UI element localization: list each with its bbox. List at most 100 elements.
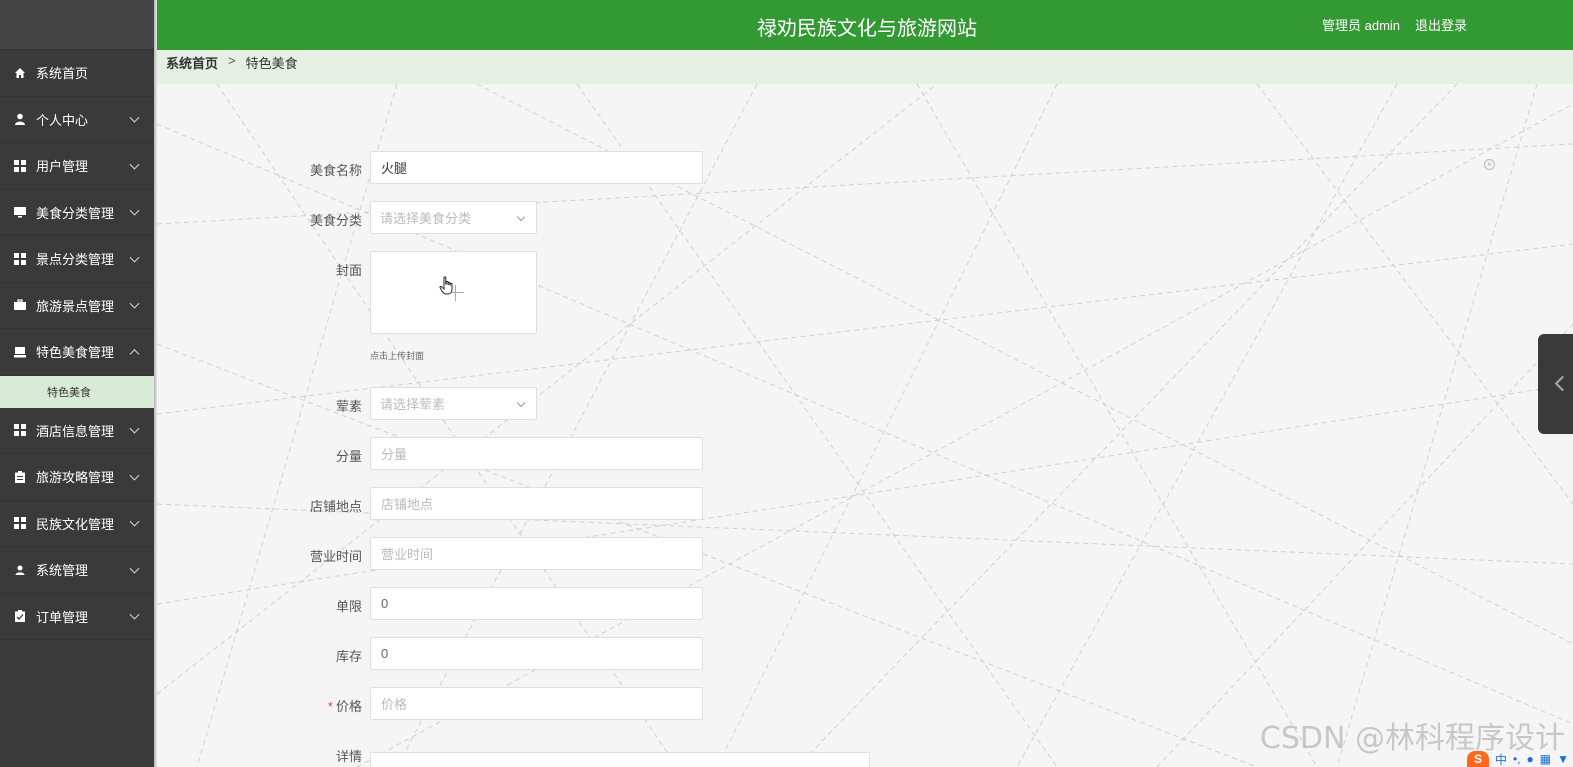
sidebar-item-label: 酒店信息管理 xyxy=(36,423,115,439)
sidebar-item-ethnic-culture[interactable]: 民族文化管理 xyxy=(0,500,154,547)
submenu-item-special-food[interactable]: 特色美食 xyxy=(0,375,154,408)
sidebar-item-label: 民族文化管理 xyxy=(36,516,115,532)
sidebar-logo-area xyxy=(0,0,154,50)
price-label-text: 价格 xyxy=(335,699,362,714)
sidebar-item-hotels[interactable]: 酒店信息管理 xyxy=(0,407,154,454)
chevron-down-icon xyxy=(129,298,140,309)
sidebar: 系统首页 个人中心 用户管理 美食分类管理 景点分类管理 旅游景点管理 特色美食… xyxy=(0,0,154,767)
breadcrumb-home-link[interactable]: 系统首页 xyxy=(166,53,218,72)
cover-upload-button[interactable] xyxy=(370,251,537,334)
current-user: 管理员 admin xyxy=(1322,18,1401,33)
portion-field[interactable]: 分量 xyxy=(370,437,703,470)
diet-select[interactable]: 请选择荤素 xyxy=(370,387,537,420)
category-label: 美食分类 xyxy=(309,213,362,228)
diet-label: 荤素 xyxy=(335,399,362,414)
shirt-icon[interactable]: ▼ xyxy=(1557,752,1569,766)
grid-icon xyxy=(14,159,26,172)
details-label: 详情 xyxy=(335,749,362,764)
details-editor-toolbar[interactable] xyxy=(370,752,870,767)
sidebar-item-label: 订单管理 xyxy=(36,609,89,625)
home-icon xyxy=(14,67,26,79)
grid-icon xyxy=(14,517,26,530)
chevron-down-icon xyxy=(129,112,140,123)
chevron-down-icon xyxy=(129,159,140,170)
price-label: * 价格 xyxy=(297,696,362,715)
limit-label: 单限 xyxy=(335,599,362,614)
ime-punct-icon[interactable]: •, xyxy=(1513,752,1521,766)
chevron-down-icon xyxy=(129,609,140,620)
sidebar-item-users[interactable]: 用户管理 xyxy=(0,143,154,190)
ime-logo[interactable]: S xyxy=(1466,751,1489,767)
breadcrumb: 系统首页 > 特色美食 xyxy=(157,50,1573,84)
microphone-icon[interactable]: ● xyxy=(1527,752,1534,766)
chevron-down-icon xyxy=(516,398,526,408)
breadcrumb-current: 特色美食 xyxy=(245,56,298,71)
sidebar-item-label: 系统管理 xyxy=(36,563,89,579)
chevron-down-icon xyxy=(129,563,140,574)
submenu-item-label: 特色美食 xyxy=(47,386,91,399)
clipboard-icon xyxy=(14,470,26,483)
grid-icon xyxy=(14,252,26,265)
sidebar-item-label: 用户管理 xyxy=(36,159,89,175)
sidebar-item-label: 景点分类管理 xyxy=(36,252,115,268)
top-header: 禄劝民族文化与旅游网站 管理员 admin 退出登录 xyxy=(157,0,1573,50)
stock-field[interactable]: 0 xyxy=(370,637,703,670)
sidebar-item-label: 旅游景点管理 xyxy=(36,298,115,314)
cover-upload-hint: 点击上传封面 xyxy=(370,351,425,361)
store-location-field[interactable]: 店铺地点 xyxy=(370,487,703,520)
keyboard-icon[interactable]: ▦ xyxy=(1540,752,1551,766)
order-limit-field[interactable]: 0 xyxy=(370,587,703,620)
cover-label: 封面 xyxy=(335,263,362,278)
sidebar-item-scenic-category[interactable]: 景点分类管理 xyxy=(0,236,154,283)
sidebar-item-scenic-spots[interactable]: 旅游景点管理 xyxy=(0,282,154,329)
logout-link[interactable]: 退出登录 xyxy=(1415,15,1467,34)
ime-toolbar: S 中 •, ● ▦ ▼ xyxy=(1463,751,1573,767)
site-title: 禄劝民族文化与旅游网站 xyxy=(757,18,977,40)
breadcrumb-separator: > xyxy=(228,53,236,68)
sidebar-item-label: 系统首页 xyxy=(36,66,89,82)
store-label: 店铺地点 xyxy=(309,499,362,514)
close-circle-icon[interactable]: × xyxy=(1484,159,1495,170)
main-content: 美食名称 火腿 美食分类 请选择美食分类 封面 点击上传封面 荤素 请选择荤素 … xyxy=(157,84,1573,767)
food-name-field[interactable]: 火腿 xyxy=(370,151,703,184)
sidebar-item-label: 旅游攻略管理 xyxy=(36,470,115,486)
sidebar-item-home[interactable]: 系统首页 xyxy=(0,50,154,97)
sidebar-item-label: 个人中心 xyxy=(36,112,89,128)
portion-label: 分量 xyxy=(335,449,362,464)
stock-label: 库存 xyxy=(335,649,362,664)
chevron-down-icon xyxy=(516,212,526,222)
category-select[interactable]: 请选择美食分类 xyxy=(370,201,537,234)
sidebar-item-special-food[interactable]: 特色美食管理 xyxy=(0,329,154,376)
grid-icon xyxy=(14,424,26,437)
name-label: 美食名称 xyxy=(309,163,362,178)
user-icon xyxy=(14,564,26,576)
business-hours-field[interactable]: 营业时间 xyxy=(370,537,703,570)
sidebar-item-food-category[interactable]: 美食分类管理 xyxy=(0,189,154,236)
sidebar-item-system[interactable]: 系统管理 xyxy=(0,547,154,594)
sidebar-item-label: 美食分类管理 xyxy=(36,205,115,221)
ime-lang[interactable]: 中 xyxy=(1495,751,1507,767)
plus-icon-vertical xyxy=(455,285,456,301)
sidebar-item-label: 特色美食管理 xyxy=(36,345,115,361)
price-field[interactable]: 价格 xyxy=(370,687,703,720)
side-panel-toggle[interactable] xyxy=(1538,334,1573,434)
sidebar-item-profile[interactable]: 个人中心 xyxy=(0,96,154,143)
diet-placeholder: 请选择荤素 xyxy=(380,397,446,412)
monitor-icon xyxy=(14,206,26,218)
chevron-left-icon xyxy=(1554,375,1571,392)
inbox-icon xyxy=(14,346,26,358)
hours-label: 营业时间 xyxy=(309,549,362,564)
briefcase-icon xyxy=(14,299,26,311)
required-mark: * xyxy=(327,699,333,714)
hand-cursor-icon xyxy=(439,276,453,295)
chevron-down-icon xyxy=(129,205,140,216)
chevron-down-icon xyxy=(129,516,140,527)
sidebar-item-travel-guides[interactable]: 旅游攻略管理 xyxy=(0,454,154,501)
sidebar-item-orders[interactable]: 订单管理 xyxy=(0,593,154,640)
category-placeholder: 请选择美食分类 xyxy=(380,211,472,226)
chevron-down-icon xyxy=(129,470,140,481)
chevron-up-icon xyxy=(129,348,140,359)
chevron-down-icon xyxy=(129,252,140,263)
clipboard-check-icon xyxy=(14,610,26,623)
person-icon xyxy=(14,113,26,126)
